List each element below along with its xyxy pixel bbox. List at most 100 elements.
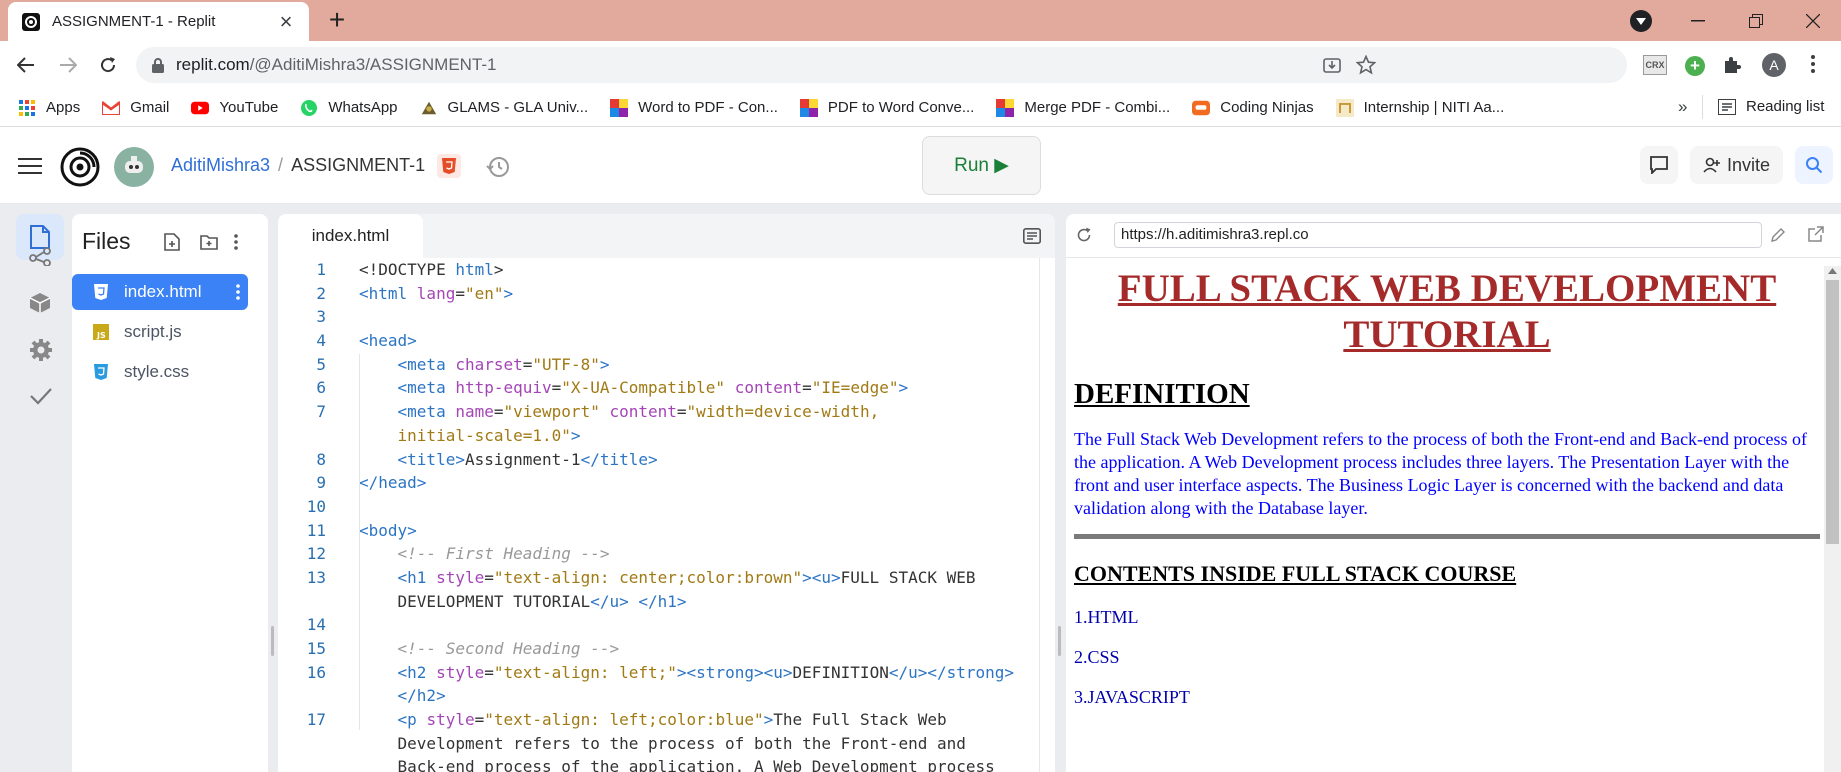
replit-logo-icon[interactable]	[60, 147, 100, 187]
back-button[interactable]	[10, 49, 42, 81]
whatsapp-icon	[300, 99, 318, 117]
search-button[interactable]	[1795, 146, 1833, 184]
file-item-script-js[interactable]: JS script.js	[72, 314, 248, 350]
version-control-nav-icon[interactable]	[29, 246, 53, 266]
code-line[interactable]: 1 <!DOCTYPE html>	[278, 258, 1038, 282]
bookmark-pdf-to-word[interactable]: PDF to Word Conve...	[799, 98, 974, 117]
code-line[interactable]: 5 <meta charset="UTF-8">	[278, 353, 1038, 377]
bookmark-niti[interactable]: Internship | NITI Aa...	[1335, 98, 1504, 117]
code-line[interactable]: Development refers to the process of bot…	[278, 732, 1038, 756]
code-line[interactable]: 3	[278, 305, 1038, 329]
file-item-style-css[interactable]: style.css	[72, 354, 248, 390]
code-line[interactable]: 16 <h2 style="text-align: left;"><strong…	[278, 661, 1038, 685]
bookmark-gmail[interactable]: Gmail	[102, 99, 169, 117]
code-line[interactable]: 8 <title>Assignment-1</title>	[278, 448, 1038, 472]
open-new-tab-icon[interactable]	[1808, 226, 1824, 242]
hamburger-menu-icon[interactable]	[18, 157, 42, 175]
invite-button[interactable]: Invite	[1690, 146, 1783, 184]
user-avatar[interactable]	[114, 147, 154, 187]
editor-tab-index-html[interactable]: index.html	[278, 214, 423, 258]
line-number: 1	[316, 260, 326, 279]
line-number: 8	[316, 449, 326, 469]
bookmark-glams[interactable]: GLAMS - GLA Univ...	[420, 99, 588, 117]
code-line[interactable]: 6 <meta http-equiv="X-UA-Compatible" con…	[278, 376, 1038, 400]
code-line[interactable]: initial-scale=1.0">	[278, 424, 1038, 448]
pane-resize-handle[interactable]	[271, 626, 274, 656]
bookmark-apps[interactable]: Apps	[18, 99, 80, 117]
code-line[interactable]: 9 </head>	[278, 471, 1038, 495]
code-line[interactable]: </h2>	[278, 684, 1038, 708]
install-app-icon[interactable]	[1322, 55, 1342, 75]
packages-nav-icon[interactable]	[29, 292, 51, 314]
code-line[interactable]: 4 <head>	[278, 329, 1038, 353]
code-text: <h1 style="text-align: center;color:brow…	[397, 567, 976, 587]
code-line[interactable]: 2 <html lang="en">	[278, 282, 1038, 306]
code-line[interactable]: 12 <!-- First Heading -->	[278, 542, 1038, 566]
code-line[interactable]: Back-end process of the application. A W…	[278, 755, 1038, 772]
close-window-button[interactable]	[1785, 4, 1841, 38]
tab-search-button[interactable]	[1630, 10, 1652, 32]
browser-tab[interactable]: ASSIGNMENT-1 - Replit ×	[8, 2, 309, 41]
code-area[interactable]: 1 <!DOCTYPE html> 2 <html lang="en"> 3 4 <head…	[278, 258, 1038, 772]
bookmarks-overflow-button[interactable]: »	[1678, 97, 1687, 117]
username-link[interactable]: AditiMishra3	[171, 155, 270, 176]
close-tab-icon[interactable]: ×	[277, 9, 295, 35]
code-line[interactable]: 10	[278, 495, 1038, 519]
scroll-up-arrow-icon[interactable]	[1828, 268, 1837, 274]
repl-name[interactable]: ASSIGNMENT-1	[291, 155, 425, 176]
new-folder-icon[interactable]	[200, 234, 218, 250]
webview-scrollbar[interactable]	[1824, 266, 1841, 772]
code-line[interactable]: 15 <!-- Second Heading -->	[278, 637, 1038, 661]
checkmark-nav-icon[interactable]	[29, 386, 53, 406]
code-line[interactable]: 7 <meta name="viewport" content="width=d…	[278, 400, 1038, 424]
green-plus-extension-icon[interactable]: +	[1685, 56, 1705, 76]
run-button[interactable]: Run ▶	[922, 136, 1041, 195]
address-bar[interactable]: replit.com/@AditiMishra3/ASSIGNMENT-1	[136, 47, 1627, 83]
search-icon	[1806, 157, 1823, 174]
code-text: DEVELOPMENT TUTORIAL</u> </h1>	[397, 591, 687, 611]
browser-menu-icon[interactable]	[1810, 53, 1816, 75]
apps-grid-icon	[18, 99, 36, 117]
code-line[interactable]: DEVELOPMENT TUTORIAL</u> </h1>	[278, 590, 1038, 614]
file-item-index-html[interactable]: index.html	[72, 274, 248, 310]
history-icon[interactable]	[486, 155, 510, 179]
code-line[interactable]: 14	[278, 613, 1038, 637]
close-icon	[1806, 14, 1820, 28]
file-options-icon[interactable]	[236, 284, 240, 300]
bookmark-youtube[interactable]: YouTube	[191, 99, 278, 117]
restore-button[interactable]	[1728, 4, 1784, 38]
chat-button[interactable]	[1640, 146, 1678, 184]
webview-url-field[interactable]: https://h.aditimishra3.repl.co	[1114, 222, 1762, 248]
file-name: style.css	[124, 362, 190, 381]
new-tab-button[interactable]: +	[322, 6, 352, 36]
code-line[interactable]: 11 <body>	[278, 519, 1038, 543]
edit-pencil-icon[interactable]	[1770, 227, 1786, 243]
code-line[interactable]: 17 <p style="text-align: left;color:blue…	[278, 708, 1038, 732]
code-line[interactable]: 13 <h1 style="text-align: center;color:b…	[278, 566, 1038, 590]
editor-options-icon[interactable]	[1023, 228, 1041, 244]
star-icon[interactable]	[1356, 55, 1376, 75]
address-url: replit.com/@AditiMishra3/ASSIGNMENT-1	[176, 55, 497, 75]
bookmark-whatsapp[interactable]: WhatsApp	[300, 99, 398, 117]
pane-resize-handle[interactable]	[1058, 626, 1061, 656]
line-number: 15	[306, 639, 326, 658]
webview-reload-icon[interactable]	[1076, 227, 1092, 243]
settings-gear-icon[interactable]	[29, 338, 53, 362]
minimize-button[interactable]	[1670, 4, 1726, 38]
scrollbar-thumb[interactable]	[1826, 280, 1839, 544]
bookmark-merge-pdf[interactable]: Merge PDF - Combi...	[996, 98, 1170, 117]
reload-button[interactable]	[92, 49, 124, 81]
run-label: Run ▶	[954, 155, 1009, 176]
extensions-puzzle-icon[interactable]	[1722, 55, 1742, 75]
files-more-menu-icon[interactable]	[234, 234, 238, 250]
forward-button[interactable]	[52, 49, 84, 81]
profile-avatar[interactable]: A	[1762, 53, 1786, 77]
new-file-icon[interactable]	[164, 233, 180, 251]
bookmark-label: YouTube	[219, 99, 279, 116]
line-number: 11	[306, 520, 326, 540]
reading-list-button[interactable]: Reading list	[1718, 98, 1824, 115]
bookmark-word-to-pdf[interactable]: Word to PDF - Con...	[610, 98, 778, 117]
crx-extension-icon[interactable]: CRX	[1643, 55, 1667, 75]
bookmark-coding-ninjas[interactable]: Coding Ninjas	[1192, 99, 1314, 117]
